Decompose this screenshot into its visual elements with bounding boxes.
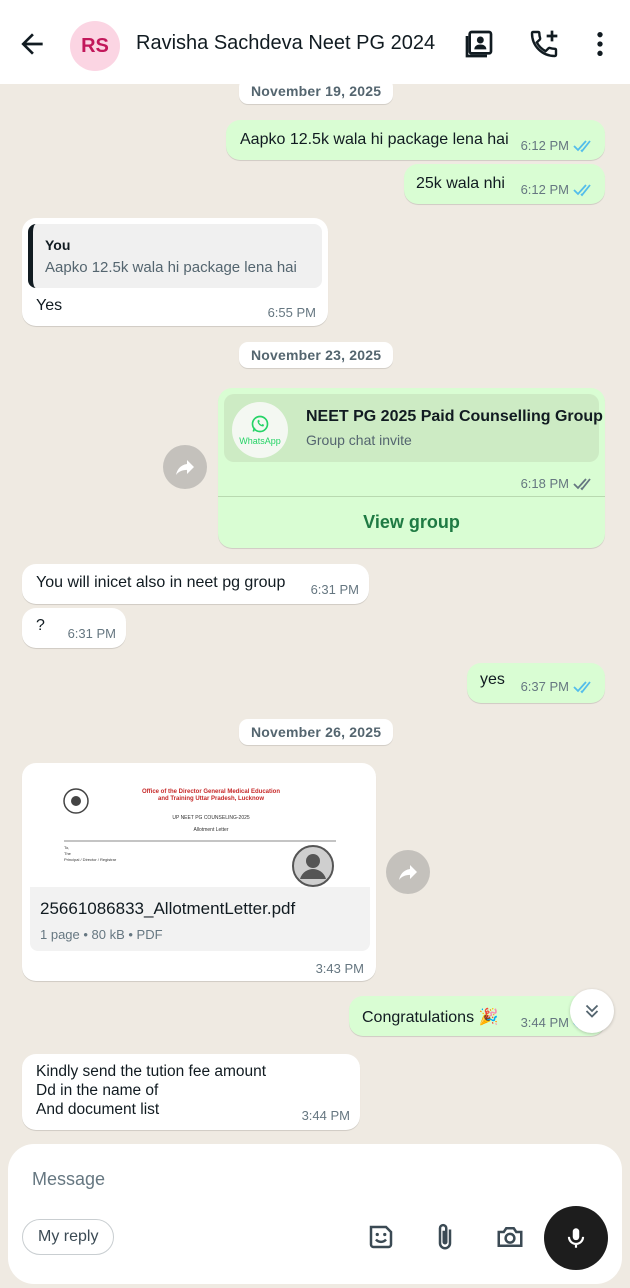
whatsapp-icon (251, 415, 269, 433)
message-time: 3:43 PM (315, 961, 364, 976)
read-ticks-icon (573, 139, 591, 152)
contact-name[interactable]: Ravisha Sachdeva Neet PG 2024 (136, 32, 435, 55)
incoming-message[interactable]: You will inicet also in neet pg group 6:… (22, 564, 369, 604)
message-text: 25k wala nhi (416, 175, 505, 192)
message-time: 3:44 PM (301, 1108, 350, 1123)
read-ticks-icon (573, 680, 591, 693)
message-text: You will inicet also in neet pg group (36, 574, 286, 591)
incoming-message[interactable]: Kindly send the tution fee amount Dd in … (22, 1054, 360, 1130)
outgoing-message[interactable]: yes 6:37 PM (467, 663, 605, 703)
quoted-message[interactable]: You Aapko 12.5k wala hi package lena hai (28, 224, 322, 288)
message-time: 6:31 PM (310, 582, 359, 597)
message-meta: 6:12 PM (521, 182, 595, 197)
file-meta: 1 page • 80 kB • PDF (40, 927, 163, 942)
message-text: Aapko 12.5k wala hi package lena hai (240, 131, 509, 148)
chat-header: RS Ravisha Sachdeva Neet PG 2024 (0, 0, 630, 84)
add-call-icon[interactable] (528, 28, 560, 60)
incoming-message[interactable]: ? 6:31 PM (22, 608, 126, 648)
contact-card-icon[interactable] (463, 28, 495, 60)
preview-title: Allotment Letter (193, 827, 229, 833)
message-time: 6:12 PM (520, 182, 569, 197)
message-composer: My reply (8, 1144, 622, 1284)
view-group-button[interactable]: View group (218, 512, 605, 533)
double-chevron-down-icon (585, 1004, 599, 1018)
outgoing-message[interactable]: Congratulations 🎉 3:44 PM (349, 996, 605, 1036)
message-text-line: Kindly send the tution fee amount (36, 1063, 267, 1080)
preview-line: Principal / Director / Registrar (64, 857, 117, 862)
message-time: 6:31 PM (67, 626, 116, 641)
forward-icon (176, 460, 194, 475)
avatar[interactable]: RS (70, 21, 120, 71)
forward-button[interactable] (386, 850, 430, 894)
preview-line: To, (64, 845, 70, 850)
outgoing-message[interactable]: Aapko 12.5k wala hi package lena hai 6:1… (226, 120, 605, 160)
message-meta: 6:12 PM (521, 138, 595, 153)
more-options-icon[interactable] (584, 28, 616, 60)
whatsapp-logo: WhatsApp (232, 402, 288, 458)
preview-subheader: UP NEET PG COUNSELING-2025 (172, 815, 250, 821)
quote-text: Aapko 12.5k wala hi package lena hai (45, 259, 297, 276)
voice-message-button[interactable] (544, 1206, 608, 1270)
document-message[interactable]: Office of the Director General Medical E… (22, 763, 376, 981)
invite-title: NEET PG 2025 Paid Counselling Group (306, 408, 603, 425)
whatsapp-label: WhatsApp (239, 436, 281, 446)
scroll-to-bottom-button[interactable] (570, 989, 614, 1033)
forward-button[interactable] (163, 445, 207, 489)
invite-card[interactable]: WhatsApp NEET PG 2025 Paid Counselling G… (224, 394, 603, 462)
document-info[interactable]: 25661086833_AllotmentLetter.pdf 1 page •… (30, 887, 370, 951)
message-text: ? (36, 617, 45, 634)
message-meta: 6:37 PM (521, 679, 595, 694)
message-meta: 6:31 PM (311, 582, 359, 597)
message-time: 6:18 PM (520, 476, 569, 491)
date-divider: November 19, 2025 (239, 84, 394, 104)
file-name: 25661086833_AllotmentLetter.pdf (40, 899, 296, 918)
invite-subtitle: Group chat invite (306, 432, 412, 448)
attach-icon[interactable] (430, 1222, 460, 1252)
document-preview[interactable]: Office of the Director General Medical E… (30, 771, 370, 887)
camera-icon[interactable] (495, 1222, 525, 1252)
divider (218, 496, 605, 497)
message-time: 6:37 PM (520, 679, 569, 694)
message-text-line: Dd in the name of (36, 1082, 159, 1099)
preview-header: Office of the Director General Medical E… (141, 789, 281, 802)
date-divider: November 23, 2025 (239, 342, 394, 368)
date-divider: November 26, 2025 (239, 719, 394, 745)
message-time: 6:55 PM (267, 305, 316, 320)
message-input[interactable] (32, 1164, 432, 1194)
message-text: yes (480, 671, 505, 688)
chat-area[interactable]: November 19, 2025 Aapko 12.5k wala hi pa… (0, 84, 630, 1144)
sticker-icon[interactable] (366, 1222, 396, 1252)
message-time: 6:12 PM (520, 138, 569, 153)
preview-line: The (64, 851, 71, 856)
my-reply-chip[interactable]: My reply (22, 1219, 115, 1255)
back-arrow-icon[interactable] (16, 28, 48, 60)
message-time: 3:44 PM (520, 1015, 569, 1030)
group-invite-message[interactable]: WhatsApp NEET PG 2025 Paid Counselling G… (218, 388, 605, 548)
message-meta: 3:43 PM (316, 961, 364, 976)
microphone-icon (567, 1228, 585, 1248)
quote-author: You (45, 237, 71, 253)
message-text: Yes (36, 297, 63, 314)
message-text: Congratulations 🎉 (362, 1009, 499, 1026)
message-text-line: And document list (36, 1101, 160, 1118)
outgoing-message[interactable]: 25k wala nhi 6:12 PM (404, 164, 605, 204)
incoming-message[interactable]: You Aapko 12.5k wala hi package lena hai… (22, 218, 328, 326)
message-meta: 6:18 PM (521, 476, 595, 491)
message-meta: 6:31 PM (68, 626, 116, 641)
message-meta: 3:44 PM (302, 1108, 350, 1123)
delivered-ticks-icon (573, 477, 591, 490)
forward-icon (399, 865, 417, 880)
message-meta: 6:55 PM (268, 305, 316, 320)
read-ticks-icon (573, 183, 591, 196)
